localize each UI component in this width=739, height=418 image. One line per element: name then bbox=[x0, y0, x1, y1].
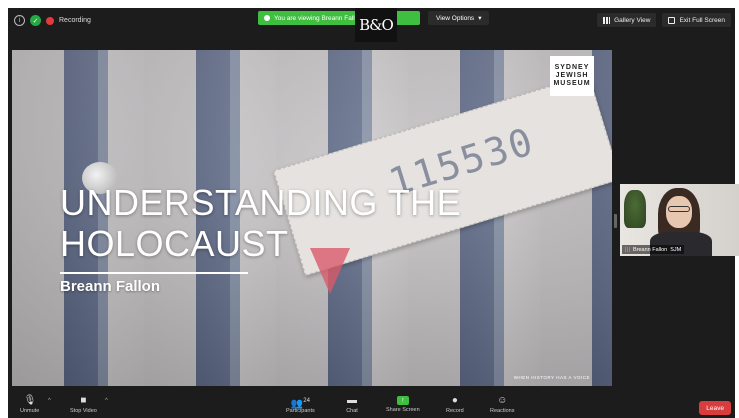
museum-logo: SYDNEY JEWISH MUSEUM bbox=[550, 56, 594, 96]
shared-screen-slide: 115530 SYDNEY JEWISH MUSEUM UNDERSTANDIN… bbox=[12, 50, 612, 386]
exit-full-screen-label: Exit Full Screen bbox=[679, 16, 725, 24]
participants-button[interactable]: 👥24 Participants bbox=[286, 396, 315, 414]
reactions-label: Reactions bbox=[490, 408, 515, 414]
resize-handle[interactable] bbox=[614, 214, 617, 228]
slide-title-line: UNDERSTANDING THE bbox=[60, 182, 462, 223]
slide-presenter-name: Breann Fallon bbox=[60, 278, 161, 295]
participant-video[interactable]: Breann Fallon SJM bbox=[620, 184, 739, 256]
leave-button[interactable]: Leave bbox=[699, 401, 731, 415]
meeting-status: i ✓ Recording bbox=[14, 15, 91, 26]
participants-icon: 👥24 bbox=[290, 398, 310, 410]
logo-line: JEWISH bbox=[555, 72, 589, 79]
grid-icon bbox=[603, 16, 611, 24]
chevron-down-icon: ▾ bbox=[478, 15, 482, 22]
share-screen-label: Share Screen bbox=[386, 407, 420, 413]
participant-name-label: Breann Fallon SJM bbox=[622, 245, 685, 254]
chat-label: Chat bbox=[346, 408, 358, 414]
video-options-chevron-icon[interactable]: ^ bbox=[105, 398, 108, 404]
participant-name: Breann Fallon bbox=[633, 246, 668, 253]
glasses bbox=[668, 206, 690, 212]
title-underline bbox=[60, 272, 248, 274]
share-screen-button[interactable]: ↑ Share Screen bbox=[386, 396, 420, 413]
stop-video-label: Stop Video bbox=[70, 408, 97, 414]
plant-image bbox=[624, 190, 646, 228]
gallery-view-label: Gallery View bbox=[614, 16, 651, 24]
recording-label: Recording bbox=[59, 17, 91, 24]
logo-line: MUSEUM bbox=[553, 80, 591, 87]
gallery-view-button[interactable]: Gallery View bbox=[597, 13, 657, 27]
slide-title-line: HOLOCAUST bbox=[60, 223, 289, 264]
meeting-toolbar: 🎙 Unmute ^ ■ Stop Video ^ 👥24 Participan… bbox=[8, 394, 735, 418]
top-bar: i ✓ Recording You are viewing Breann Fal… bbox=[8, 8, 735, 42]
chat-bubble-icon: ▬ bbox=[347, 395, 357, 406]
signal-bars-icon bbox=[625, 247, 630, 252]
eye-icon bbox=[264, 15, 270, 21]
reactions-button[interactable]: ☺ Reactions bbox=[490, 395, 515, 415]
zoom-meeting-window: i ✓ Recording You are viewing Breann Fal… bbox=[8, 8, 739, 418]
logo-line: SYDNEY bbox=[554, 64, 590, 71]
chat-button[interactable]: ▬ Chat bbox=[346, 395, 358, 415]
unmute-label: Unmute bbox=[20, 408, 40, 414]
participants-count: 24 bbox=[303, 398, 310, 404]
record-icon: ● bbox=[451, 395, 458, 406]
participant-face bbox=[666, 196, 692, 228]
brand-logo: B&O bbox=[355, 8, 397, 42]
slide-title: UNDERSTANDING THE HOLOCAUST bbox=[60, 182, 461, 264]
stop-video-button[interactable]: ■ Stop Video bbox=[70, 395, 97, 415]
slide-footer: WHEN HISTORY HAS A VOICE bbox=[513, 375, 590, 380]
audio-options-chevron-icon[interactable]: ^ bbox=[48, 398, 51, 404]
microphone-muted-icon: 🎙 bbox=[23, 395, 37, 406]
exit-full-screen-button[interactable]: Exit Full Screen bbox=[662, 13, 731, 27]
view-controls: Gallery View Exit Full Screen bbox=[597, 13, 731, 27]
video-camera-icon: ■ bbox=[80, 395, 87, 406]
record-label: Record bbox=[446, 408, 464, 414]
record-button[interactable]: ● Record bbox=[446, 395, 464, 415]
smiley-icon: ☺ bbox=[497, 395, 508, 406]
view-options-button[interactable]: View Options ▾ bbox=[428, 11, 490, 25]
share-screen-icon: ↑ bbox=[396, 396, 409, 405]
recording-dot-icon bbox=[46, 16, 54, 25]
unmute-button[interactable]: 🎙 Unmute bbox=[20, 395, 40, 415]
view-options-label: View Options bbox=[436, 14, 475, 22]
participants-label: Participants bbox=[286, 408, 315, 414]
exit-fullscreen-icon bbox=[668, 16, 676, 24]
participant-org: SJM bbox=[670, 246, 682, 253]
info-icon[interactable]: i bbox=[14, 15, 25, 26]
shield-icon[interactable]: ✓ bbox=[30, 15, 41, 26]
